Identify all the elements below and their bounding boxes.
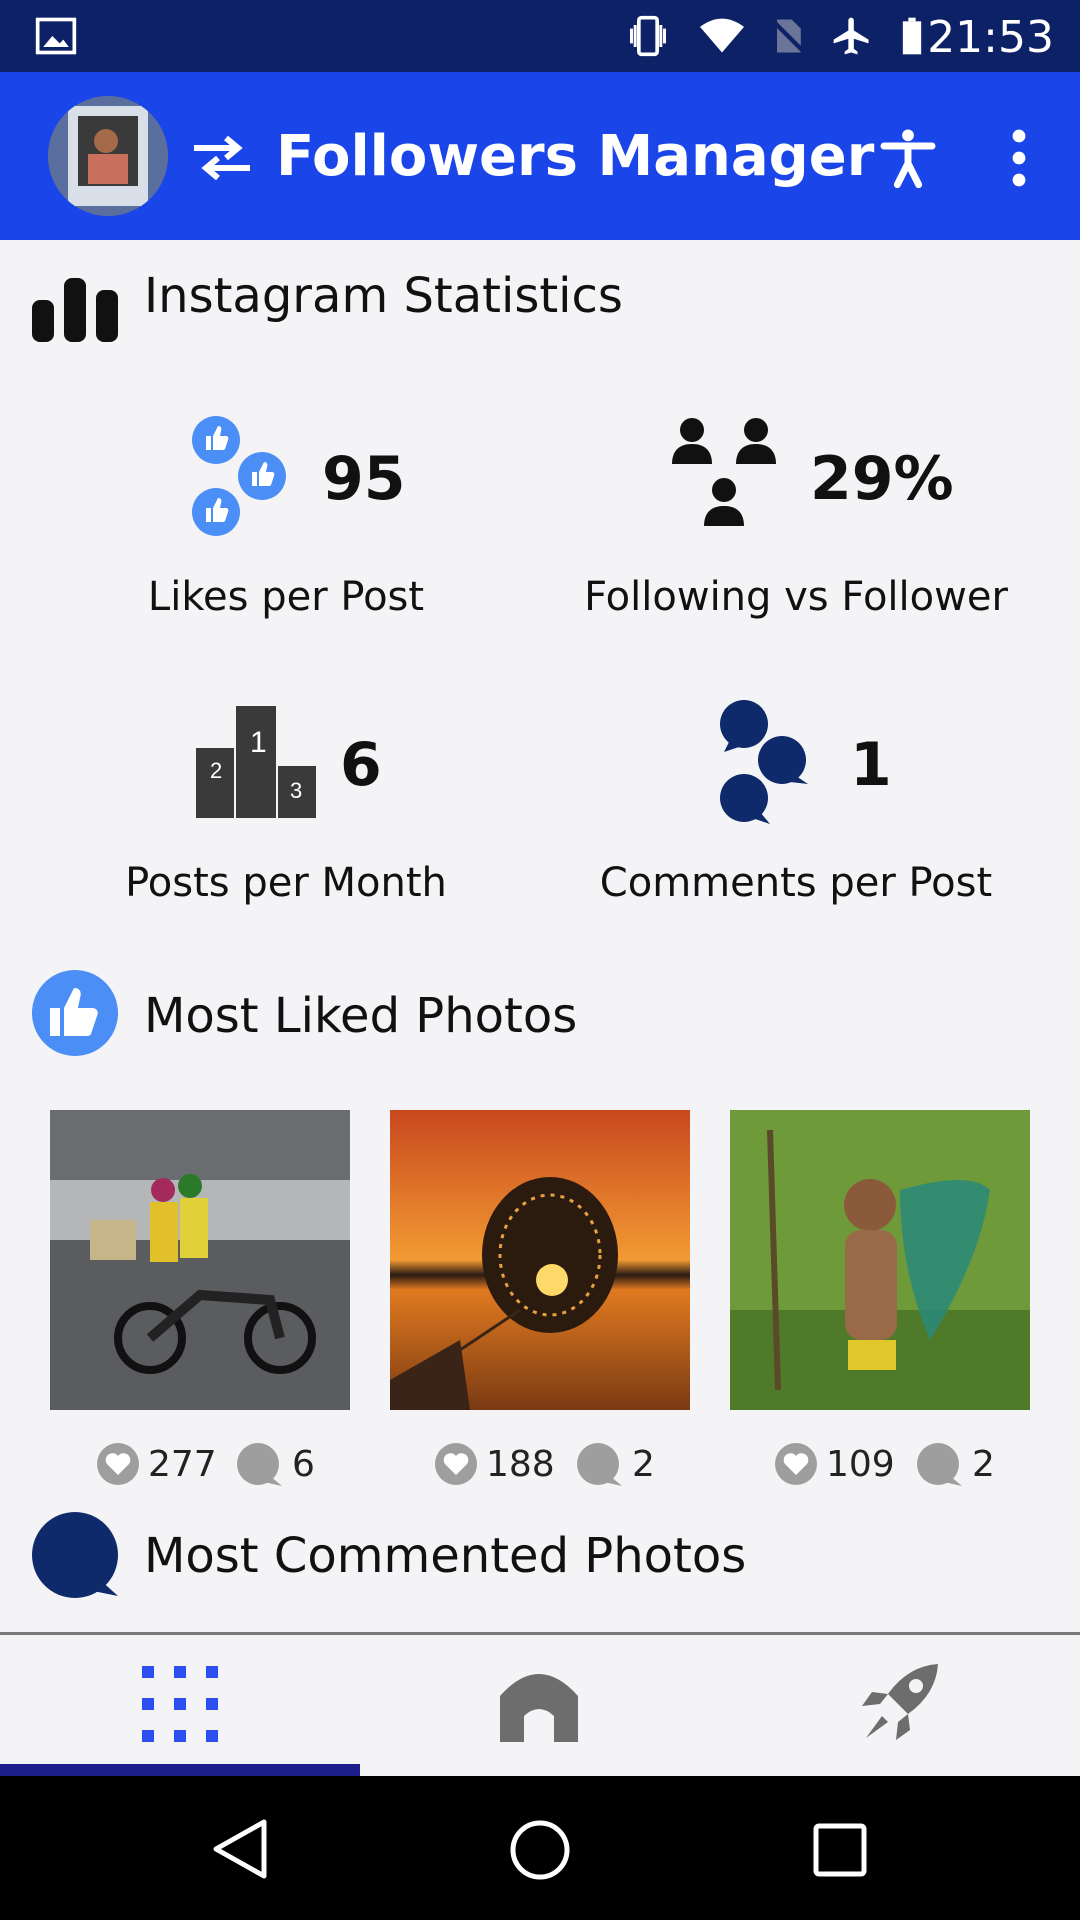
svg-text:1: 1 <box>250 726 267 759</box>
photo-3-image <box>730 1110 1030 1410</box>
following-vs-follower-value: 29% <box>810 444 954 514</box>
photo-3-comment-icon <box>917 1443 962 1486</box>
status-bar: 21:53 <box>0 0 1080 72</box>
recents-icon[interactable] <box>812 1822 868 1878</box>
home-icon[interactable] <box>498 1662 580 1742</box>
photo-3[interactable] <box>730 1110 1030 1410</box>
no-sim-icon <box>769 17 807 55</box>
back-icon[interactable] <box>210 1818 270 1880</box>
likes-per-post-label: Likes per Post <box>147 574 425 620</box>
photo-1-likes: 277 <box>148 1444 217 1485</box>
more-vert-icon[interactable] <box>1002 128 1036 188</box>
vibrate-icon <box>630 15 666 57</box>
avatar[interactable] <box>48 96 168 216</box>
status-time: 21:53 <box>927 12 1054 63</box>
gallery-icon <box>35 17 77 55</box>
accessibility-icon[interactable] <box>876 126 940 190</box>
posts-per-month-label: Posts per Month <box>125 860 447 906</box>
wifi-icon <box>700 18 744 53</box>
photo-3-likes: 109 <box>826 1444 895 1485</box>
photo-2-likes: 188 <box>486 1444 555 1485</box>
likes-cluster-icon <box>192 416 286 536</box>
comments-per-post-label: Comments per Post <box>599 860 993 906</box>
svg-text:3: 3 <box>290 778 302 803</box>
rocket-icon[interactable] <box>858 1660 942 1744</box>
photo-2[interactable] <box>390 1110 690 1410</box>
photo-3-heart-icon <box>775 1443 817 1485</box>
airplane-icon <box>833 17 869 55</box>
swap-icon[interactable] <box>190 136 254 180</box>
photo-1-image <box>50 1110 350 1410</box>
photo-2-comment-icon <box>577 1443 622 1486</box>
active-tab-indicator <box>0 1764 360 1776</box>
photo-1[interactable] <box>50 1110 350 1410</box>
comments-per-post-value: 1 <box>850 730 892 800</box>
photo-1-comment-icon <box>237 1443 282 1486</box>
home-system-icon[interactable] <box>508 1818 572 1882</box>
svg-text:2: 2 <box>210 758 222 783</box>
avatar-image <box>48 96 168 216</box>
app-title: Followers Manager <box>276 124 875 189</box>
following-vs-follower-label: Following vs Follower <box>584 574 1008 620</box>
stats-title: Instagram Statistics <box>144 268 623 324</box>
most-commented-title: Most Commented Photos <box>144 1528 747 1584</box>
photo-1-comments: 6 <box>292 1444 315 1485</box>
photo-2-image <box>390 1110 690 1410</box>
grid-icon[interactable] <box>140 1664 220 1744</box>
people-group-icon <box>672 418 776 526</box>
photo-2-comments: 2 <box>632 1444 655 1485</box>
likes-per-post-value: 95 <box>322 444 406 514</box>
photo-2-heart-icon <box>435 1443 477 1485</box>
comment-bubble-icon <box>32 1512 118 1598</box>
bar-chart-icon <box>32 278 118 342</box>
podium-icon: 2 1 3 <box>196 706 316 818</box>
posts-per-month-value: 6 <box>340 730 382 800</box>
photo-1-heart-icon <box>97 1443 139 1485</box>
comments-cluster-icon <box>720 700 808 824</box>
photo-3-comments: 2 <box>972 1444 995 1485</box>
thumbs-up-circle-icon <box>32 970 118 1056</box>
most-liked-title: Most Liked Photos <box>144 988 578 1044</box>
